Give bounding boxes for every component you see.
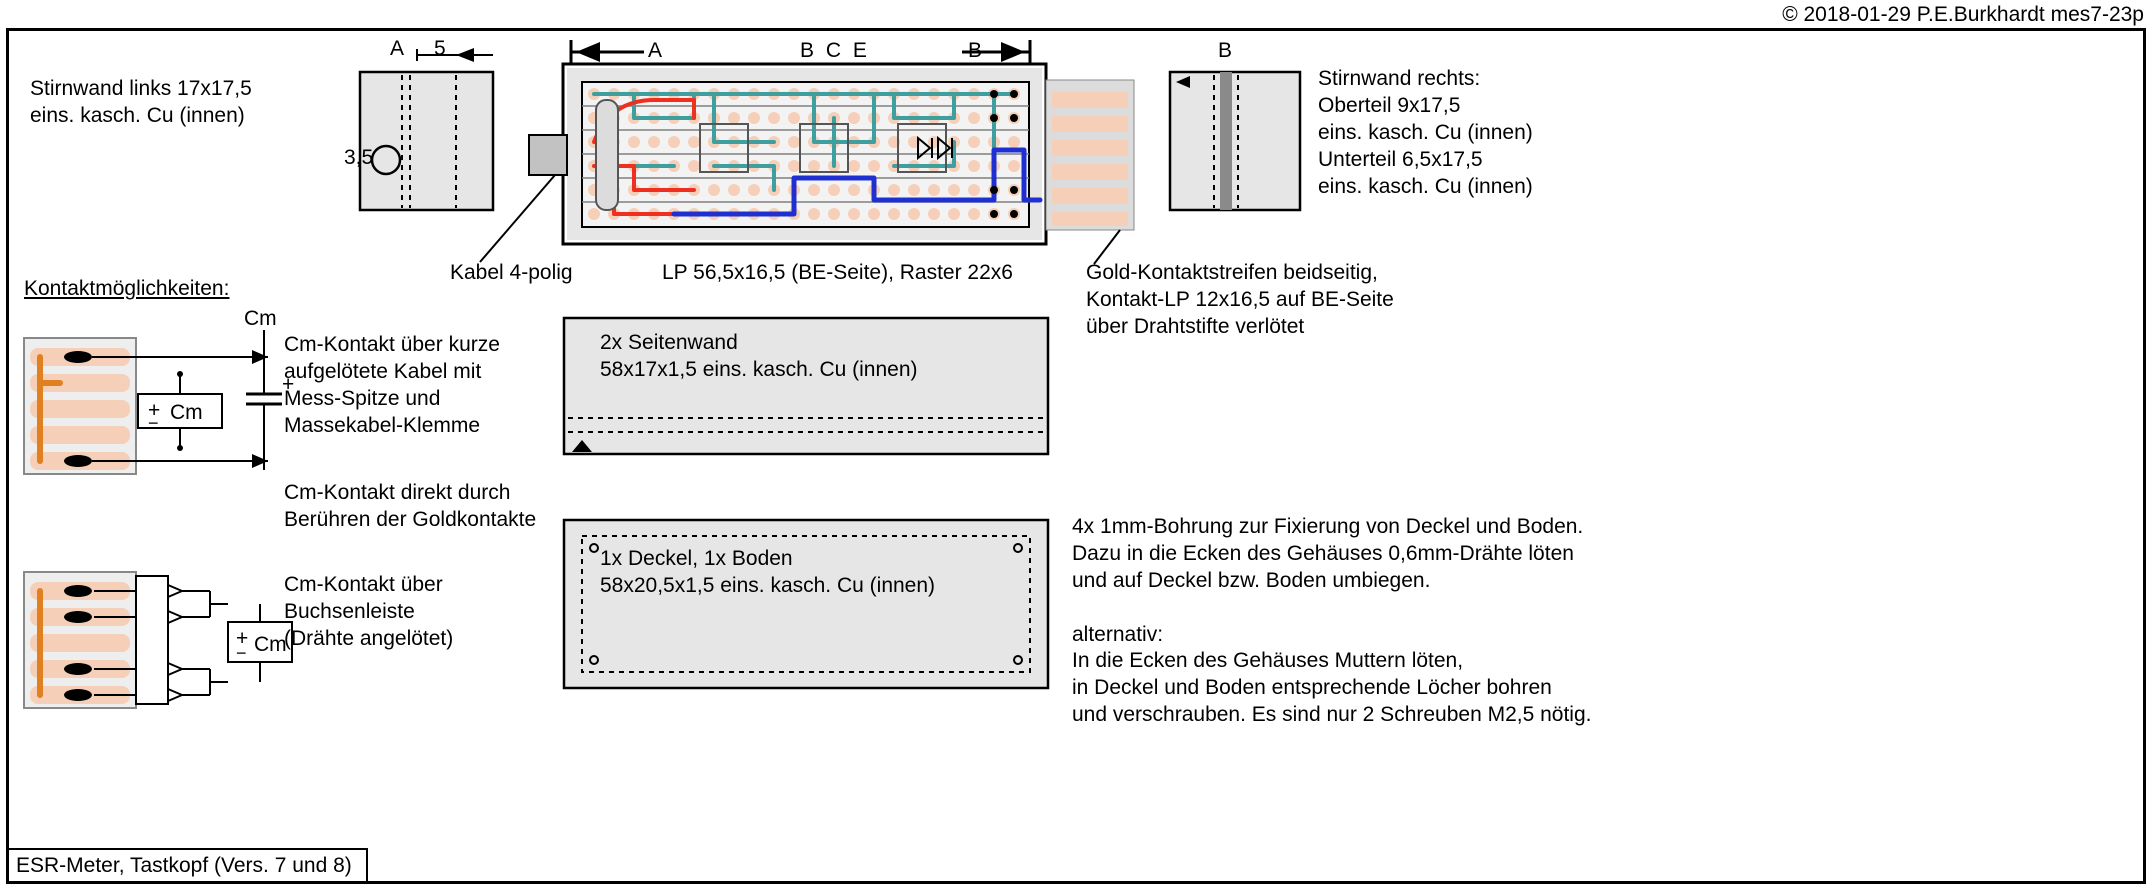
right-notes: 4x 1mm-Bohrung zur Fixierung von Deckel … (1072, 514, 1591, 729)
bce-label: B C E (800, 38, 870, 64)
lid-floor-label: 1x Deckel, 1x Boden58x20,5x1,5 eins. kas… (600, 546, 935, 600)
right-wall-label: Stirnwand rechts: Oberteil 9x17,5 eins. … (1318, 66, 1533, 200)
right-wall-panel (1170, 72, 1300, 210)
gold-strip-label: Gold-Kontaktstreifen beidseitig, Kontakt… (1086, 260, 1394, 341)
cm-symbol-top: Cm (244, 306, 277, 332)
left-wall-panel (360, 72, 493, 210)
side-wall-label: 2x Seitenwand58x17x1,5 eins. kasch. Cu (… (600, 330, 918, 384)
left-wall-label: Stirnwand links 17x17,5eins. kasch. Cu (… (30, 76, 252, 130)
section-b-arrow-label: B (968, 38, 982, 64)
drawing-canvas (0, 0, 2154, 890)
cm-box-minus: − (148, 412, 159, 435)
contact-option-probe (24, 338, 268, 474)
capacitor-cm-symbol (246, 330, 282, 470)
contacts-heading: Kontaktmöglichkeiten: (24, 276, 229, 302)
cm-note-2: Cm-Kontakt direkt durch Berühren der Gol… (284, 480, 536, 534)
cable-4pin-label: Kabel 4-polig (450, 260, 573, 286)
cm-note-3: Cm-Kontakt über Buchsenleiste (Drähte an… (284, 572, 453, 653)
cable-header (596, 100, 618, 210)
gold-contact-strips (1046, 80, 1134, 230)
pcb-caption: LP 56,5x16,5 (BE-Seite), Raster 22x6 (662, 260, 1013, 286)
main-pcb-view (480, 64, 1134, 264)
section-a-arrow-label: A (648, 38, 662, 64)
b-top-label: B (1218, 38, 1232, 64)
dim-3-5: 3,5 (344, 145, 373, 171)
dim-5: 5 (434, 36, 446, 62)
contact-option-socket (24, 572, 292, 708)
cm-box-label: Cm (170, 400, 203, 426)
section-a-marker: A (390, 36, 404, 62)
esr-meter-probe-diagram: © 2018-01-29 P.E.Burkhardt mes7-23p ESR-… (0, 0, 2154, 890)
cm-note-1: Cm-Kontakt über kurze aufgelötete Kabel … (284, 332, 500, 440)
cm-box2-label: Cm (254, 632, 287, 658)
cm-box2-minus: − (236, 642, 247, 665)
cable-4pin (529, 135, 567, 175)
